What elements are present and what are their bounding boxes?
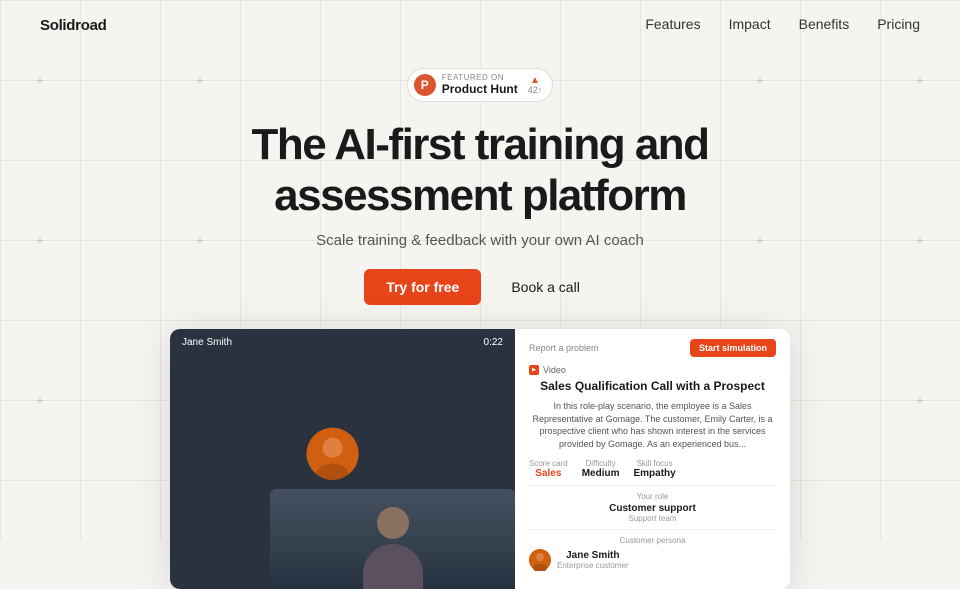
video-type-icon (529, 365, 539, 375)
nav-links: Features Impact Benefits Pricing (645, 16, 920, 34)
persona-role: Enterprise customer (557, 561, 629, 570)
customer-persona-label: Customer persona (529, 536, 776, 545)
video-label-row: Video (529, 365, 776, 375)
your-role-label: Your role (529, 492, 776, 501)
start-simulation-button[interactable]: Start simulation (690, 339, 776, 357)
participant-name: Jane Smith (182, 337, 232, 348)
score-card-meta: Score card Sales (529, 459, 568, 479)
role-section: Your role Customer support Support team (529, 492, 776, 523)
score-card-value: Sales (529, 468, 568, 479)
scenario-description: In this role-play scenario, the employee… (529, 400, 776, 450)
meta-row: Score card Sales Difficulty Medium Skill… (529, 459, 776, 479)
your-role-sub: Support team (529, 514, 776, 523)
ph-text: FEATURED ON Product Hunt (442, 74, 518, 96)
divider (529, 485, 776, 486)
score-card-label: Score card (529, 459, 568, 468)
divider-2 (529, 529, 776, 530)
difficulty-label: Difficulty (582, 459, 620, 468)
try-free-button[interactable]: Try for free (364, 269, 481, 305)
report-problem-link[interactable]: Report a problem (529, 343, 599, 353)
ph-featured-on-label: FEATURED ON (442, 74, 504, 82)
cta-group: Try for free Book a call (0, 269, 960, 305)
logo: Solidroad (40, 17, 106, 34)
video-label-text: Video (543, 365, 566, 375)
customer-persona-section: Customer persona Jane Smith Enterprise c… (529, 536, 776, 571)
your-role-value: Customer support (529, 503, 776, 514)
nav-features[interactable]: Features (645, 16, 700, 32)
nav-impact[interactable]: Impact (729, 16, 771, 32)
persona-row: Jane Smith Enterprise customer (529, 549, 776, 571)
ph-score: 42↑ (528, 86, 543, 95)
hero-subheadline: Scale training & feedback with your own … (0, 232, 960, 249)
video-avatar (306, 427, 358, 479)
ph-name-label: Product Hunt (442, 82, 518, 96)
navbar: Solidroad Features Impact Benefits Prici… (0, 0, 960, 50)
bottom-video-feed (270, 489, 515, 589)
nav-pricing[interactable]: Pricing (877, 16, 920, 32)
book-call-button[interactable]: Book a call (495, 269, 595, 305)
video-header: Jane Smith 0:22 (170, 329, 515, 356)
dashboard-preview: Jane Smith 0:22 Repor (170, 329, 790, 589)
skill-focus-value: Empathy (633, 468, 675, 479)
silhouette-body (363, 544, 423, 589)
silhouette-head (377, 507, 409, 539)
skill-focus-meta: Skill focus Empathy (633, 459, 675, 479)
ph-rating: ▲ 42↑ (528, 76, 543, 95)
hero-headline: The AI-first training and assessment pla… (180, 120, 780, 221)
ph-logo-icon: P (414, 74, 436, 96)
info-panel: Report a problem Start simulation Video … (515, 329, 790, 589)
nav-benefits[interactable]: Benefits (799, 16, 850, 32)
skill-focus-label: Skill focus (633, 459, 675, 468)
info-top-bar: Report a problem Start simulation (529, 339, 776, 357)
persona-avatar (529, 549, 551, 571)
scenario-title: Sales Qualification Call with a Prospect (529, 379, 776, 395)
video-timer: 0:22 (484, 337, 503, 348)
video-panel: Jane Smith 0:22 (170, 329, 515, 589)
difficulty-meta: Difficulty Medium (582, 459, 620, 479)
difficulty-value: Medium (582, 468, 620, 479)
persona-details: Jane Smith Enterprise customer (557, 550, 629, 570)
main-content: P FEATURED ON Product Hunt ▲ 42↑ The AI-… (0, 50, 960, 589)
persona-name: Jane Smith (557, 550, 629, 561)
product-hunt-badge[interactable]: P FEATURED ON Product Hunt ▲ 42↑ (407, 68, 554, 102)
